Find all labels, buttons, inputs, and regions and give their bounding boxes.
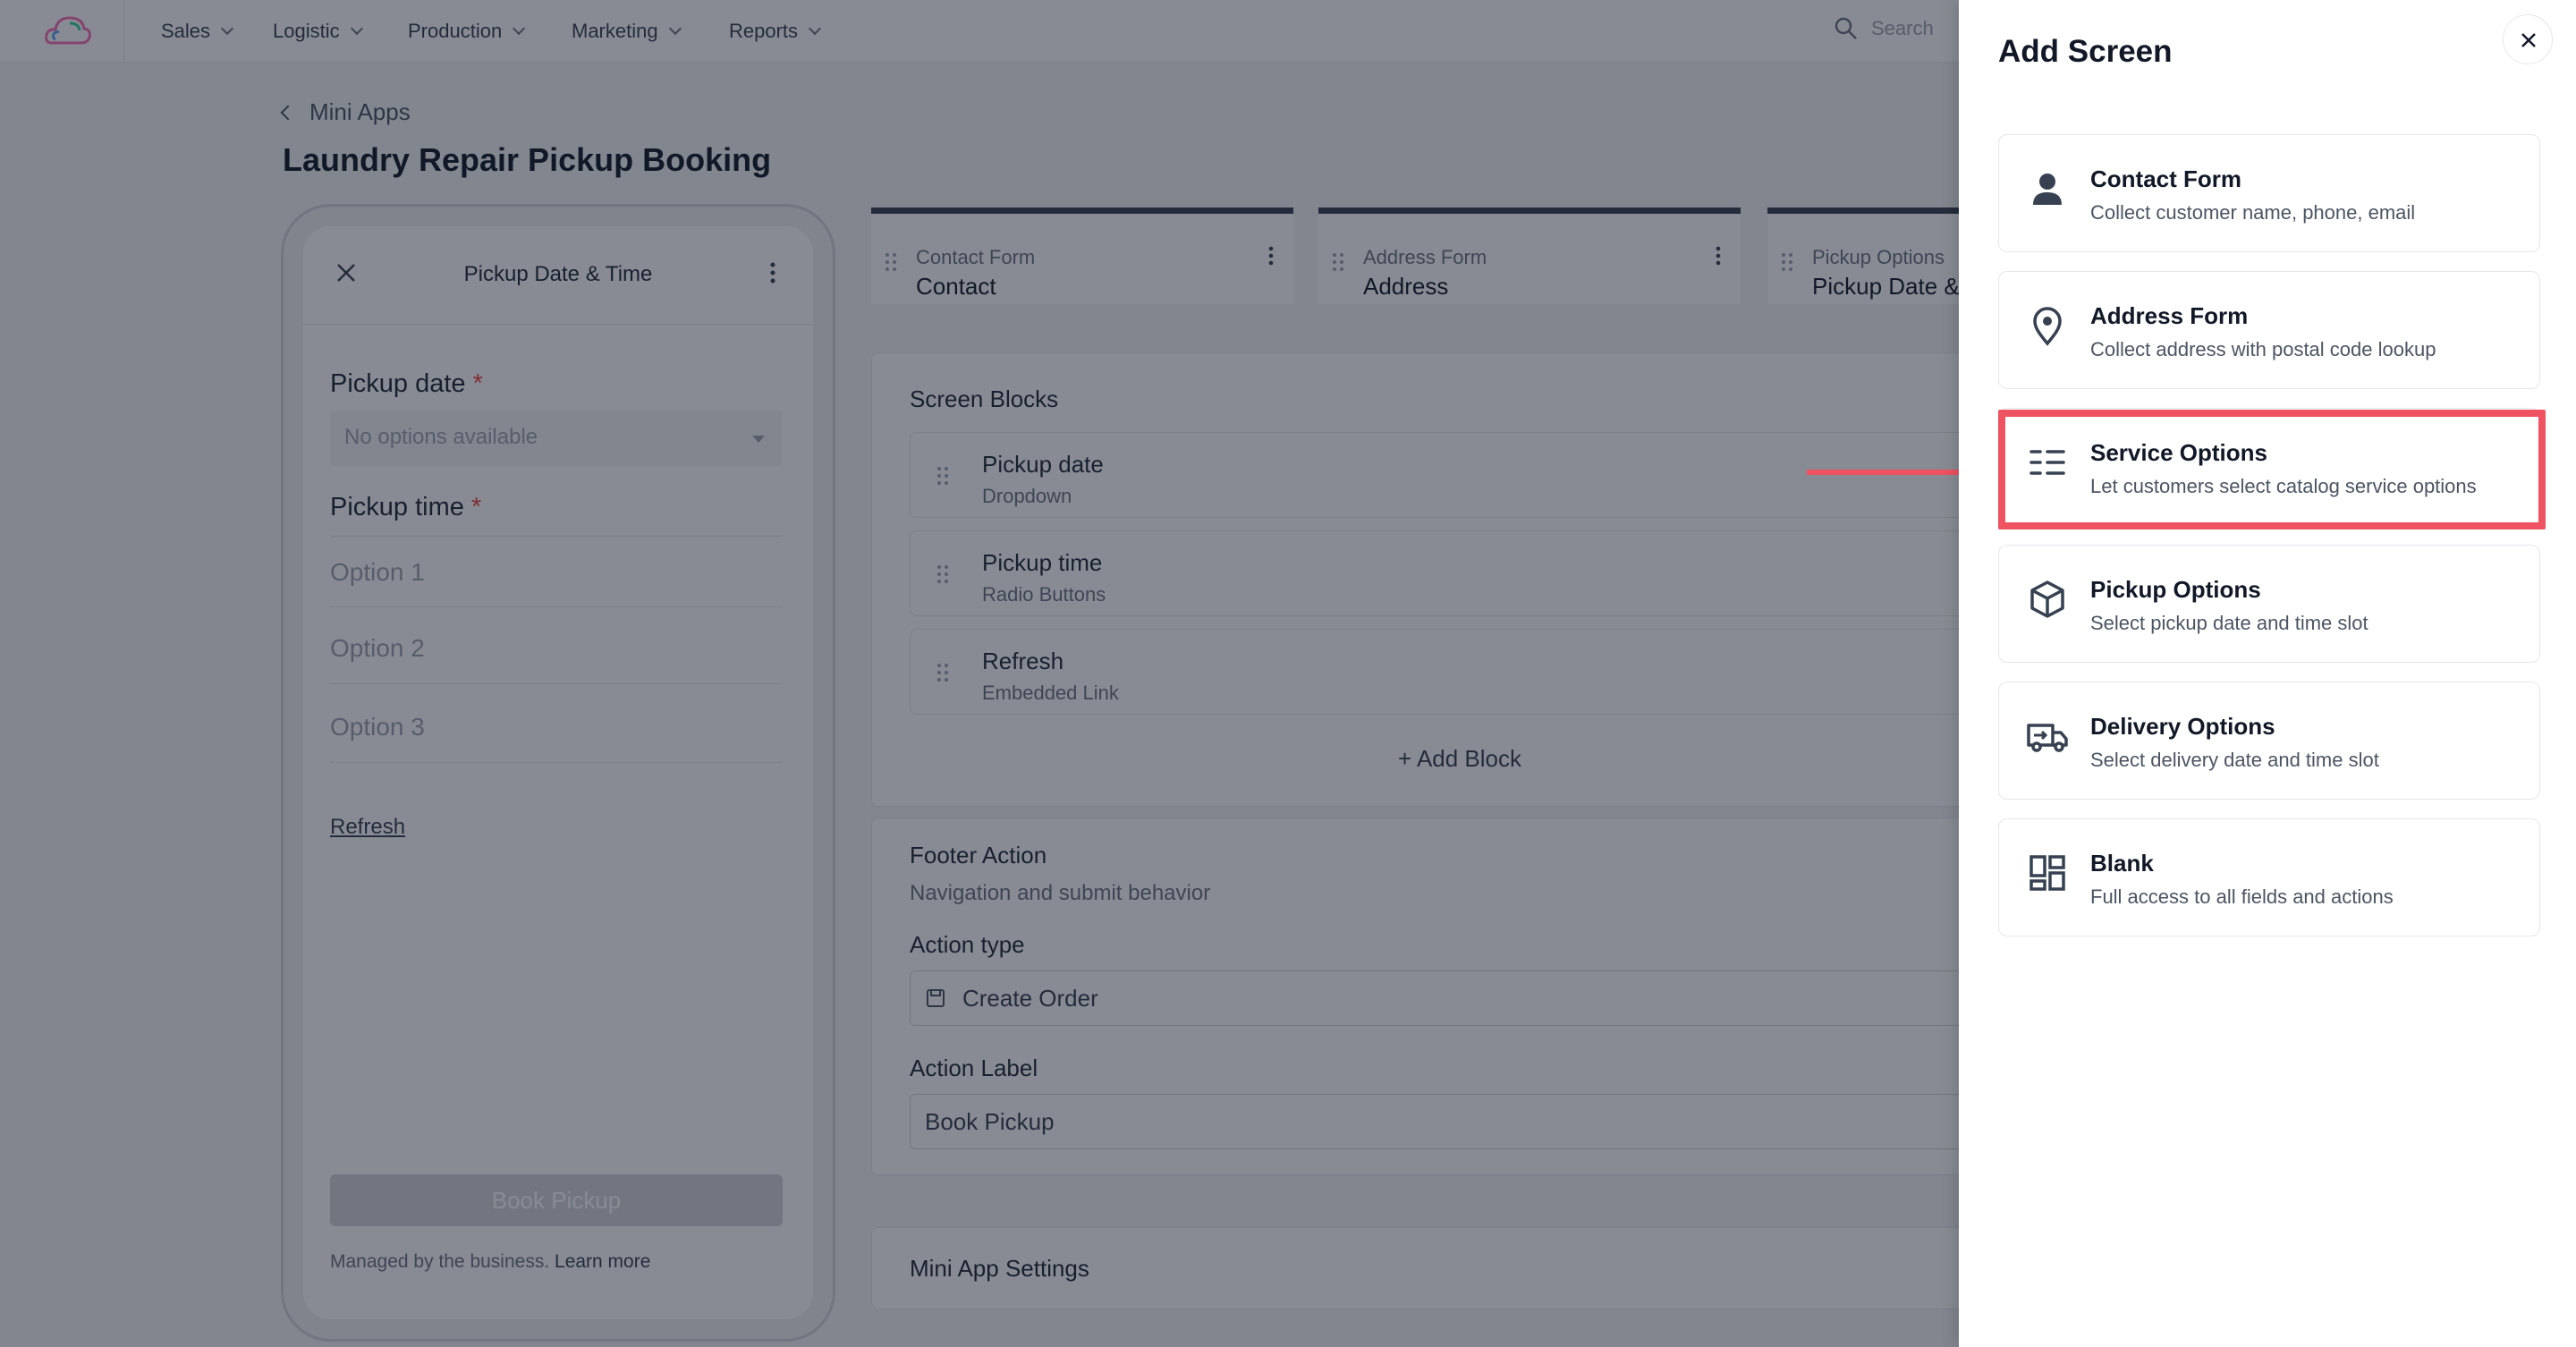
modal-overlay[interactable] <box>0 0 1959 1347</box>
option-description: Collect address with postal code lookup <box>2090 338 2436 360</box>
option-contact-form[interactable]: Contact Form Collect customer name, phon… <box>1998 134 2540 252</box>
option-description: Select delivery date and time slot <box>2090 749 2379 771</box>
option-address-form[interactable]: Address Form Collect address with postal… <box>1998 271 2540 389</box>
person-icon <box>2033 174 2062 205</box>
box-icon <box>2030 580 2064 618</box>
map-pin-icon <box>2033 307 2062 346</box>
add-screen-drawer: Add Screen Contact Form Collect customer… <box>1959 0 2576 1347</box>
option-description: Collect customer name, phone, email <box>2090 201 2416 224</box>
close-icon <box>2521 33 2536 47</box>
option-title: Blank <box>2090 850 2154 877</box>
option-title: Address Form <box>2090 302 2249 329</box>
option-title: Contact Form <box>2090 165 2241 192</box>
option-blank[interactable]: Blank Full access to all fields and acti… <box>1998 818 2540 936</box>
option-description: Select pickup date and time slot <box>2090 612 2368 634</box>
dashboard-icon <box>2029 855 2065 891</box>
highlight-box <box>1998 410 2546 529</box>
option-title: Delivery Options <box>2090 713 2275 740</box>
truck-icon <box>2027 724 2068 752</box>
option-pickup-options[interactable]: Pickup Options Select pickup date and ti… <box>1998 545 2540 663</box>
option-title: Pickup Options <box>2090 576 2261 603</box>
option-description: Full access to all fields and actions <box>2090 885 2394 908</box>
option-delivery-options[interactable]: Delivery Options Select delivery date an… <box>1998 682 2540 800</box>
close-button[interactable] <box>2503 14 2553 64</box>
drawer-title: Add Screen <box>1998 34 2173 69</box>
